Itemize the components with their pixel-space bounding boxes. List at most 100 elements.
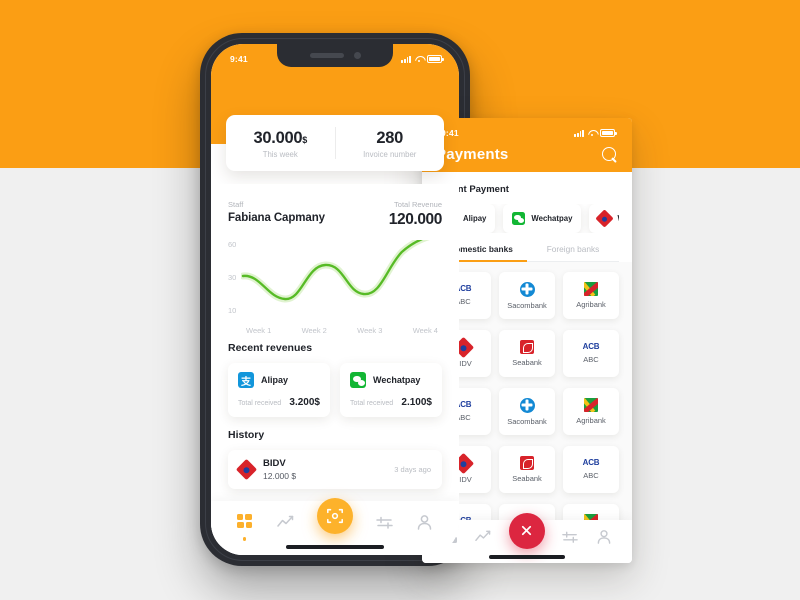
close-icon [522, 525, 532, 536]
person-icon [597, 529, 610, 544]
signal-icon [574, 129, 584, 137]
recent-payment-name: Alipay [463, 214, 487, 223]
y-tick: 30 [228, 273, 237, 282]
y-tick: 10 [228, 306, 237, 315]
recent-payment-name: Wechatpay [531, 214, 573, 223]
history-bank-name: BIDV [263, 458, 286, 469]
bank-cell[interactable]: Agribank [563, 388, 619, 435]
tab-analytics[interactable] [277, 514, 294, 531]
transfer-icon [562, 531, 578, 543]
bank-cell[interactable]: Seabank [499, 446, 555, 493]
revenue-card[interactable]: Alipay Total received 3.200$ [228, 363, 330, 417]
chart-line-icon [475, 530, 491, 541]
tab-analytics[interactable] [475, 529, 492, 546]
x-tick: Week 1 [246, 326, 272, 335]
status-indicators [401, 55, 444, 63]
tab-home[interactable] [236, 513, 254, 541]
revenue-label: Total Revenue [394, 200, 442, 209]
x-tick: Week 2 [301, 326, 327, 335]
agribank-logo-icon [584, 398, 598, 412]
recent-payment-title: Recent Payment [435, 184, 509, 195]
recent-payment-card[interactable]: Wirecard [589, 204, 619, 233]
status-indicators [574, 129, 617, 137]
signal-icon [401, 55, 411, 63]
earpiece-speaker [309, 53, 344, 58]
bank-cell[interactable]: ACB ABC [563, 330, 619, 377]
scan-icon [327, 508, 343, 523]
wechat-logo-icon [512, 212, 526, 225]
revenue-card-name: Wechatpay [373, 375, 421, 385]
revenue-card-footer: Total received 2.100$ [350, 397, 432, 408]
history-amount: 12.000 $ [263, 471, 297, 481]
bidv-logo-icon [595, 209, 615, 228]
bank-name: Seabank [512, 358, 542, 367]
seabank-logo-icon [520, 456, 534, 470]
bank-cell[interactable]: Agribank [563, 272, 619, 319]
home-indicator [489, 555, 565, 559]
staff-name: Fabiana Capmany [228, 212, 325, 224]
revenue-card-amount: 2.100$ [401, 397, 432, 408]
stat-value: 30.000$ [253, 129, 308, 147]
bank-name: Sacombank [507, 416, 547, 426]
history-title: History [228, 429, 265, 441]
status-time: 9:41 [441, 128, 459, 138]
history-time: 3 days ago [394, 465, 431, 474]
revenue-value: 120.000 [388, 211, 443, 228]
recent-revenues-list: Alipay Total received 3.200$ Wechatpay [228, 363, 442, 417]
tab-transfer[interactable] [376, 514, 393, 531]
tab-foreign-banks[interactable]: Foreign banks [527, 244, 619, 262]
tab-profile[interactable] [596, 529, 613, 546]
active-tab-dot [242, 537, 246, 541]
acb-logo-icon: ACB [582, 458, 600, 467]
wechat-logo-icon [350, 372, 366, 388]
bank-name: ABC [583, 355, 599, 364]
bank-cell[interactable]: ACB ABC [563, 446, 619, 493]
bank-name: Agribank [576, 300, 606, 309]
tab-profile[interactable] [416, 514, 433, 531]
bank-cell[interactable]: Sacombank [499, 388, 555, 435]
search-icon[interactable] [602, 146, 618, 163]
stat-label: This week [262, 150, 298, 159]
sacombank-logo-icon [519, 281, 535, 297]
recent-payment-card[interactable]: Wechatpay [503, 204, 582, 233]
transfer-icon [376, 516, 393, 529]
x-tick: Week 4 [412, 326, 438, 335]
revenue-card-sub: Total received [238, 400, 282, 407]
bank-name: Sacombank [507, 300, 547, 310]
close-fab-button[interactable] [508, 512, 545, 549]
history-row[interactable]: BIDV 12.000 $ 3 days ago [228, 450, 442, 489]
recent-payment-list: Alipay Wechatpay Wirecard [435, 204, 619, 233]
stats-card: 30.000$ This week 280 Invoice number [226, 115, 444, 171]
stat-label: Invoice number [363, 150, 417, 159]
chart-x-axis: Week 1 Week 2 Week 3 Week 4 [246, 326, 442, 335]
revenue-card-name: Alipay [261, 375, 289, 385]
bank-name: Agribank [576, 416, 606, 425]
revenue-card[interactable]: Wechatpay Total received 2.100$ [340, 363, 442, 417]
sacombank-logo-icon [519, 397, 535, 413]
acb-logo-icon: ACB [582, 342, 600, 351]
wifi-icon [415, 56, 424, 63]
tab-transfer[interactable] [562, 529, 579, 546]
revenue-card-sub: Total received [350, 400, 394, 407]
revenue-card-header: Alipay [238, 372, 320, 388]
phone-mockup-overview: 9:41 Overview 30.000$ This week 280 Invo… [200, 33, 470, 566]
wifi-icon [588, 130, 597, 137]
staff-label: Staff [228, 200, 244, 209]
status-time: 9:41 [230, 54, 248, 64]
home-indicator [286, 545, 384, 549]
x-tick: Week 3 [357, 326, 383, 335]
bank-cell[interactable]: Seabank [499, 330, 555, 377]
bank-name: ABC [583, 471, 599, 480]
revenue-line-chart: 60 30 10 Week 1 Week 2 Week 3 Week 4 [228, 240, 442, 338]
revenue-block: Total Revenue 120.000 [388, 200, 443, 229]
chart-svg [241, 240, 430, 303]
seabank-logo-icon [520, 340, 534, 354]
battery-icon [427, 55, 444, 63]
payments-status-bar: 9:41 [422, 118, 632, 144]
bank-cell[interactable]: Sacombank [499, 272, 555, 319]
phone-notch [277, 44, 393, 67]
chart-line-icon [277, 515, 294, 527]
battery-icon [600, 129, 617, 137]
scan-fab-button[interactable] [316, 497, 353, 534]
stat-this-week: 30.000$ This week [226, 127, 335, 159]
